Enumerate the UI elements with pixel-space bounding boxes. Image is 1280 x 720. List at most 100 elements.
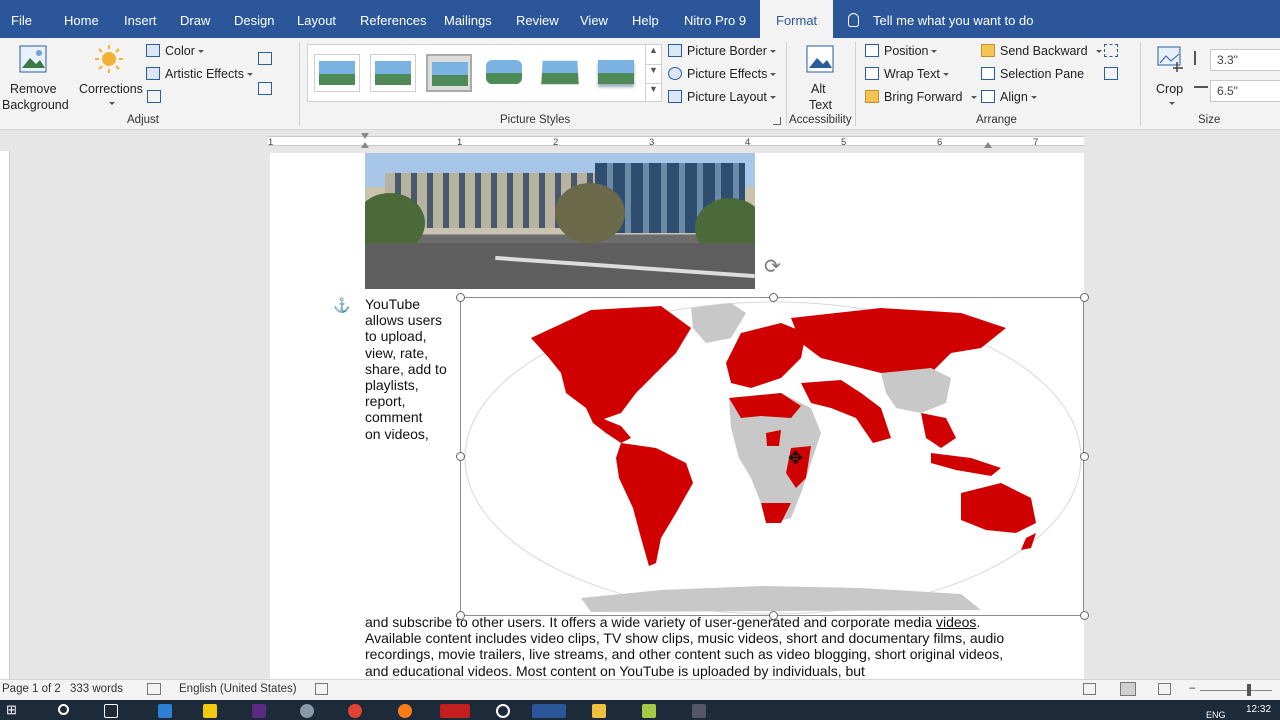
remove-background-button[interactable]: Remove Background: [2, 42, 69, 112]
align-button[interactable]: Align: [981, 89, 1051, 107]
picture-layout-button[interactable]: Picture Layout: [668, 89, 780, 107]
rotate-icon[interactable]: [1104, 67, 1118, 80]
taskbar-app-icon[interactable]: [252, 704, 266, 718]
position-label: Position: [884, 44, 938, 58]
print-layout-icon[interactable]: [1120, 682, 1136, 696]
word-icon[interactable]: [532, 704, 566, 718]
right-indent-marker[interactable]: [984, 142, 992, 148]
tab-design[interactable]: Design: [234, 0, 274, 38]
macro-icon[interactable]: [315, 683, 328, 695]
compress-pictures-icon[interactable]: [147, 90, 161, 103]
tab-help[interactable]: Help: [632, 0, 659, 38]
picture-effects-button[interactable]: Picture Effects: [668, 66, 780, 84]
text-line: view, rate,: [365, 344, 429, 361]
picture-style-thumb[interactable]: [426, 54, 472, 92]
height-input[interactable]: 3.3": [1210, 49, 1280, 71]
gallery-scroll-up[interactable]: ▲: [645, 45, 661, 64]
wrapped-paragraph[interactable]: YouTube allows users to upload, view, ra…: [365, 296, 457, 442]
gallery-more[interactable]: ▼: [645, 83, 661, 101]
picture-styles-gallery[interactable]: ▲ ▼ ▼: [307, 44, 662, 102]
rotate-handle-icon[interactable]: ⟳: [764, 254, 781, 279]
zoom-slider-thumb[interactable]: [1247, 684, 1251, 696]
wrap-text-button[interactable]: Wrap Text: [865, 66, 955, 84]
page-count[interactable]: Page 1 of 2: [2, 683, 61, 695]
resize-handle-bottom-left[interactable]: [456, 611, 465, 620]
picture-style-thumb[interactable]: [314, 54, 360, 92]
alt-text-button[interactable]: Alt Text: [800, 42, 840, 112]
tab-format[interactable]: Format: [760, 0, 834, 38]
width-input[interactable]: 6.5": [1210, 80, 1280, 102]
word-count[interactable]: 333 words: [70, 683, 123, 695]
campus-photo[interactable]: [365, 153, 755, 289]
chrome-icon[interactable]: [348, 704, 362, 718]
tab-draw[interactable]: Draw: [180, 0, 210, 38]
tab-review[interactable]: Review: [516, 0, 559, 38]
windows-start-icon[interactable]: ⊞: [6, 702, 20, 717]
taskbar-app-icon[interactable]: [692, 704, 706, 718]
position-button[interactable]: Position: [865, 43, 945, 61]
taskbar-clock[interactable]: 12:32: [1246, 704, 1271, 715]
crop-button[interactable]: Crop: [1150, 42, 1190, 112]
tell-me-search[interactable]: Tell me what you want to do: [848, 0, 1033, 38]
corrections-label: Corrections: [79, 82, 143, 96]
first-line-indent-marker[interactable]: [361, 133, 369, 139]
resize-handle-bottom-right[interactable]: [1080, 611, 1089, 620]
proofing-icon[interactable]: [147, 683, 161, 695]
task-view-icon[interactable]: [104, 704, 118, 718]
bring-forward-button[interactable]: Bring Forward: [865, 89, 977, 107]
tab-mailings[interactable]: Mailings: [444, 0, 492, 38]
anchor-icon[interactable]: ⚓: [333, 297, 350, 314]
search-icon[interactable]: [58, 704, 69, 715]
send-backward-button[interactable]: Send Backward: [981, 43, 1102, 61]
resize-handle-top-left[interactable]: [456, 293, 465, 302]
left-indent-marker[interactable]: [361, 142, 369, 148]
vertical-ruler[interactable]: [0, 151, 10, 679]
resize-handle-top[interactable]: [769, 293, 778, 302]
horizontal-ruler[interactable]: 1 1 2 3 4 5 6 7: [0, 131, 1280, 151]
resize-handle-bottom[interactable]: [769, 611, 778, 620]
tab-file[interactable]: File: [11, 0, 32, 38]
world-map-image[interactable]: [460, 297, 1084, 616]
group-icon[interactable]: [1104, 44, 1118, 57]
read-mode-icon[interactable]: [1083, 683, 1096, 695]
resize-handle-top-right[interactable]: [1080, 293, 1089, 302]
artistic-effects-button[interactable]: Artistic Effects: [146, 66, 256, 84]
tab-view[interactable]: View: [580, 0, 608, 38]
tab-layout[interactable]: Layout: [297, 0, 336, 38]
picture-style-thumb[interactable]: [482, 54, 528, 92]
picture-style-thumb[interactable]: [370, 54, 416, 92]
file-explorer-icon[interactable]: [592, 704, 606, 718]
reset-picture-icon[interactable]: [258, 82, 272, 95]
taskbar-app-icon[interactable]: [158, 704, 172, 718]
taskbar-app-icon[interactable]: [203, 704, 217, 718]
picture-border-button[interactable]: Picture Border: [668, 43, 780, 61]
taskbar-app-icon[interactable]: [300, 704, 314, 718]
tab-references[interactable]: References: [360, 0, 426, 38]
corrections-button[interactable]: Corrections: [76, 42, 143, 112]
dialog-launcher-icon[interactable]: [773, 117, 781, 125]
language-indicator[interactable]: English (United States): [179, 683, 297, 695]
gallery-scroll-down[interactable]: ▼: [645, 64, 661, 83]
tab-nitro-pro[interactable]: Nitro Pro 9: [684, 0, 746, 38]
selection-pane-button[interactable]: Selection Pane: [981, 66, 1091, 84]
tab-home[interactable]: Home: [64, 0, 99, 38]
firefox-icon[interactable]: [398, 704, 412, 718]
videos-link[interactable]: videos: [936, 614, 976, 630]
color-button[interactable]: Color: [146, 43, 226, 61]
picture-style-thumb[interactable]: [538, 54, 584, 92]
zoom-out-icon[interactable]: −: [1189, 683, 1196, 695]
language-tray[interactable]: ENG: [1206, 710, 1226, 720]
web-layout-icon[interactable]: [1158, 683, 1171, 695]
move-cursor-icon: ✥: [788, 448, 804, 468]
taskbar-app-icon[interactable]: [642, 704, 656, 718]
taskbar-app-icon[interactable]: [440, 704, 470, 718]
change-picture-icon[interactable]: [258, 52, 272, 65]
tab-insert[interactable]: Insert: [124, 0, 157, 38]
resize-handle-right[interactable]: [1080, 452, 1089, 461]
resize-handle-left[interactable]: [456, 452, 465, 461]
align-label: Align: [1000, 90, 1037, 104]
body-paragraph[interactable]: and subscribe to other users. It offers …: [365, 614, 1005, 679]
zoom-slider[interactable]: [1200, 690, 1272, 691]
taskbar-app-icon[interactable]: [496, 704, 510, 718]
picture-style-thumb[interactable]: [594, 54, 640, 92]
